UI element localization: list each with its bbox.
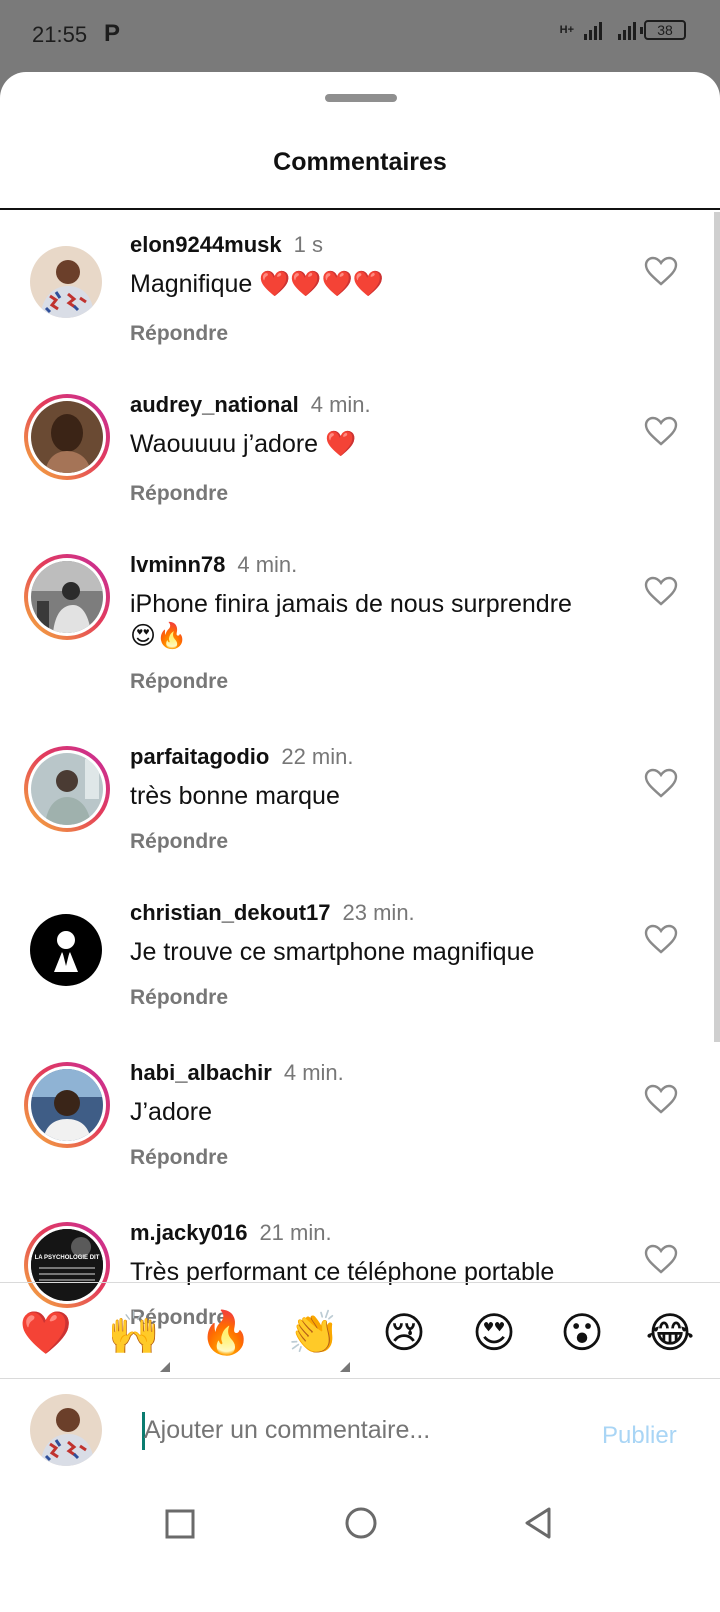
signal-icon <box>584 20 602 40</box>
skin-tone-indicator[interactable] <box>160 1362 170 1372</box>
avatar-photo <box>31 1069 103 1141</box>
emoji-bar-divider <box>0 1282 720 1283</box>
drag-handle[interactable] <box>325 94 397 102</box>
publish-button[interactable]: Publier <box>602 1422 677 1450</box>
comment-item: elon9244musk 1 s Magnifique ❤️❤️❤️❤️ Répo… <box>0 232 714 372</box>
comment-meta: m.jacky016 21 min. <box>130 1220 332 1246</box>
comment-item: audrey_national 4 min. Waouuuu j’adore ❤️… <box>0 392 714 532</box>
emoji-tears-of-joy[interactable]: 😂 <box>640 1308 700 1358</box>
current-user-avatar <box>30 1394 102 1466</box>
reply-button[interactable]: Répondre <box>130 482 228 506</box>
system-nav-bar <box>0 1484 720 1612</box>
comment-time: 21 min. <box>259 1220 332 1245</box>
comment-meta: christian_dekout17 23 min. <box>130 900 415 926</box>
reply-button[interactable]: Répondre <box>130 322 228 346</box>
comment-meta: elon9244musk 1 s <box>130 232 323 258</box>
comment-item: christian_dekout17 23 min. Je trouve ce s… <box>0 900 714 1040</box>
reply-button[interactable]: Répondre <box>130 1146 228 1170</box>
avatar-photo <box>31 561 103 633</box>
battery-level: 38 <box>657 22 673 38</box>
comment-text: Magnifique ❤️❤️❤️❤️ <box>130 270 384 298</box>
heart-icon[interactable] <box>644 768 678 798</box>
avatar[interactable] <box>30 914 102 986</box>
comment-text: J’adore <box>130 1098 212 1126</box>
home-circle-icon[interactable] <box>344 1506 378 1540</box>
avatar-caption: LA PSYCHOLOGIE DIT <box>34 1255 100 1261</box>
comment-time: 4 min. <box>283 1060 344 1085</box>
status-indicators: H+ 38 <box>560 20 686 40</box>
comment-time: 4 min. <box>310 392 371 417</box>
avatar-story-ring[interactable] <box>24 746 110 832</box>
comment-username[interactable]: habi_albachir <box>130 1060 272 1085</box>
comment-meta: habi_albachir 4 min. <box>130 1060 344 1086</box>
comment-text: très bonne marque <box>130 782 340 810</box>
recents-square-icon[interactable] <box>164 1508 196 1540</box>
avatar[interactable] <box>30 246 102 318</box>
reply-button[interactable]: Répondre <box>130 986 228 1010</box>
skin-tone-indicator[interactable] <box>340 1362 350 1372</box>
emoji-surprised-face[interactable]: 😮 <box>552 1308 612 1358</box>
sheet-title: Commentaires <box>273 148 447 176</box>
emoji-fire[interactable]: 🔥 <box>196 1308 256 1358</box>
status-time: 21:55 <box>32 22 88 47</box>
comment-username[interactable]: audrey_national <box>130 392 299 417</box>
comment-item: parfaitagodio 22 min. très bonne marque R… <box>0 744 714 884</box>
comments-list[interactable]: elon9244musk 1 s Magnifique ❤️❤️❤️❤️ Répo… <box>0 212 714 1392</box>
comment-text: Je trouve ce smartphone magnifique <box>130 938 535 966</box>
avatar-photo <box>31 401 103 473</box>
comment-meta: audrey_national 4 min. <box>130 392 371 418</box>
comment-username[interactable]: elon9244musk <box>130 232 282 257</box>
comments-sheet: Commentaires elon9244musk 1 s Magnifique… <box>0 72 720 1612</box>
reply-button[interactable]: Répondre <box>130 670 228 694</box>
comment-time: 4 min. <box>237 552 298 577</box>
title-divider <box>0 208 720 210</box>
comment-item: lvminn78 4 min. iPhone finira jamais de n… <box>0 552 714 722</box>
heart-icon[interactable] <box>644 924 678 954</box>
comment-composer: Publier <box>0 1380 720 1484</box>
comment-username[interactable]: m.jacky016 <box>130 1220 247 1245</box>
comment-username[interactable]: christian_dekout17 <box>130 900 331 925</box>
network-type: H+ <box>559 24 574 36</box>
comment-meta: lvminn78 4 min. <box>130 552 297 578</box>
comment-item: habi_albachir 4 min. J’adore Répondre <box>0 1060 714 1200</box>
comment-username[interactable]: parfaitagodio <box>130 744 269 769</box>
comment-username[interactable]: lvminn78 <box>130 552 225 577</box>
scrollbar[interactable] <box>714 212 720 1042</box>
comment-text: Waouuuu j’adore ❤️ <box>130 430 357 458</box>
heart-icon[interactable] <box>644 416 678 446</box>
avatar-photo <box>30 1394 102 1466</box>
avatar-photo <box>30 246 102 318</box>
avatar-photo <box>30 914 102 986</box>
heart-icon[interactable] <box>644 1084 678 1114</box>
avatar-story-ring[interactable] <box>24 1062 110 1148</box>
emoji-quick-bar: ❤️ 🙌 🔥 👏 😢 😍 😮 😂 <box>0 1284 720 1378</box>
comment-time: 1 s <box>293 232 323 257</box>
emoji-clapping-hands[interactable]: 👏 <box>284 1308 344 1358</box>
signal-icon-2 <box>618 20 636 40</box>
status-bar: 21:55 P H+ 38 <box>0 0 720 72</box>
app-notification-icon: P <box>104 20 121 47</box>
battery-icon: 38 <box>640 20 686 40</box>
comment-time: 23 min. <box>342 900 415 925</box>
avatar-photo <box>31 753 103 825</box>
comment-meta: parfaitagodio 22 min. <box>130 744 354 770</box>
composer-divider <box>0 1378 720 1379</box>
comment-text: iPhone finira jamais de nous surprendre … <box>130 590 572 650</box>
emoji-heart-eyes[interactable]: 😍 <box>464 1308 524 1358</box>
heart-icon[interactable] <box>644 256 678 286</box>
avatar-story-ring[interactable] <box>24 554 110 640</box>
comment-time: 22 min. <box>281 744 354 769</box>
avatar-story-ring[interactable] <box>24 394 110 480</box>
comment-input[interactable] <box>144 1410 564 1450</box>
emoji-heart[interactable]: ❤️ <box>16 1308 76 1358</box>
emoji-crying-face[interactable]: 😢 <box>374 1308 434 1358</box>
reply-button[interactable]: Répondre <box>130 830 228 854</box>
heart-icon[interactable] <box>644 1244 678 1274</box>
heart-icon[interactable] <box>644 576 678 606</box>
back-triangle-icon[interactable] <box>522 1506 554 1540</box>
emoji-raised-hands[interactable]: 🙌 <box>104 1308 164 1358</box>
